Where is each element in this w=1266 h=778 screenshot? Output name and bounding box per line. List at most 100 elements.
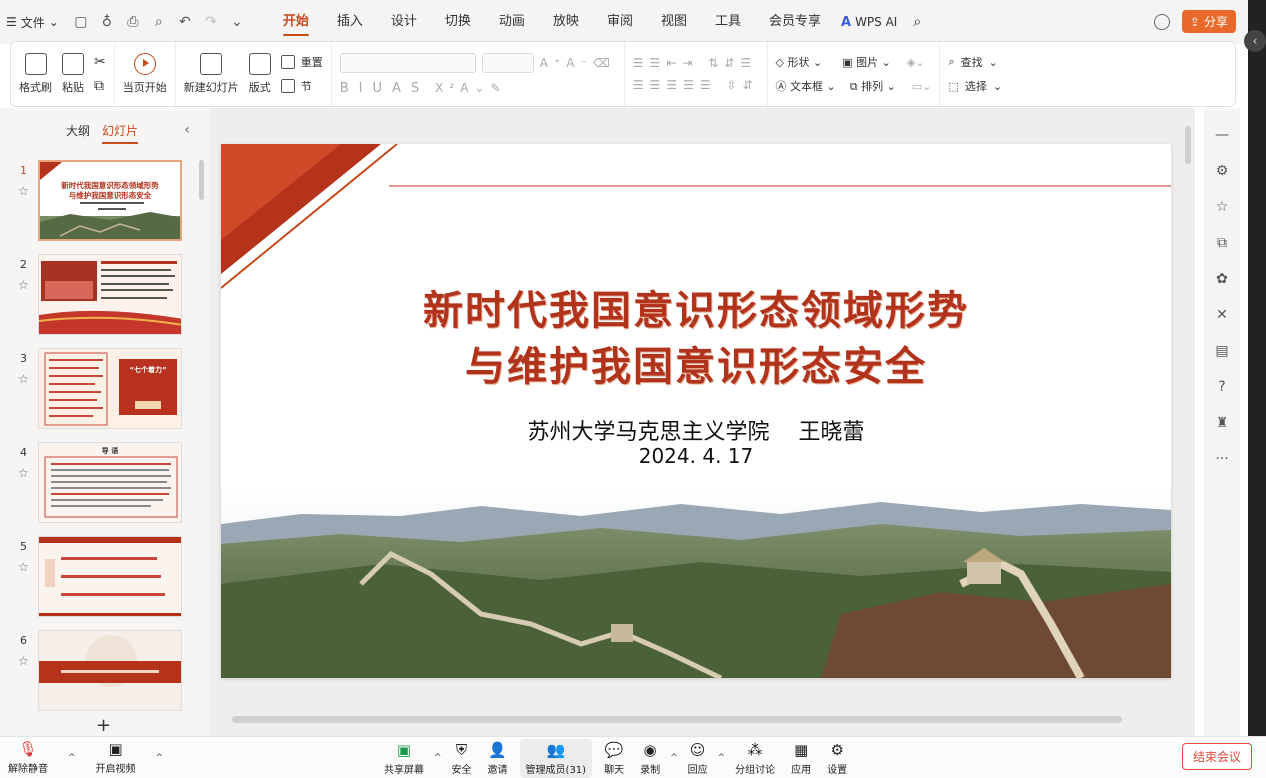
list-indent-icons[interactable]: ☰☰⇤⇥ ⇅⇵☰ — [633, 56, 757, 70]
superscript-color-icons[interactable]: X²A⌄✎ — [435, 81, 506, 95]
tab-outline[interactable]: 大纲 — [66, 122, 90, 139]
select-button[interactable]: ⬚ 选择 ⌄ — [948, 78, 1002, 94]
tab-animation[interactable]: 动画 — [485, 0, 539, 44]
find-button[interactable]: ⌕ 查找 ⌄ — [948, 54, 1002, 70]
more-chevron-icon[interactable]: ⌄ — [229, 14, 245, 30]
breakout-button[interactable]: ⁂ 分组讨论 — [731, 741, 779, 776]
thumbnail-row-4[interactable]: 4 ☆ 导 语 — [0, 442, 210, 530]
text-format-icons[interactable]: BIUAS — [340, 81, 429, 96]
caret-up-icon[interactable]: ^ — [156, 753, 164, 763]
fill-icon[interactable]: ◈⌄ — [907, 56, 925, 69]
help-icon[interactable]: ? — [1213, 376, 1231, 398]
redo-icon[interactable]: ↷ — [203, 14, 219, 30]
print-preview-icon[interactable]: ⌕ — [151, 14, 167, 30]
font-grow-shrink-icon[interactable]: A⁺A⁻⌫ — [540, 56, 616, 70]
tab-member[interactable]: 会员专享 — [755, 0, 835, 44]
slide-title-line-1[interactable]: 新时代我国意识形态领域形势 — [221, 278, 1171, 336]
current-slide[interactable]: 新时代我国意识形态领域形势 与维护我国意识形态安全 苏州大学马克思主义学院 王晓… — [221, 144, 1171, 678]
search-icon[interactable]: ⌕ — [913, 14, 921, 30]
minus-icon[interactable]: — — [1213, 124, 1231, 146]
thumbnail-row-5[interactable]: 5 ☆ — [0, 536, 210, 624]
horizontal-scrollbar[interactable] — [232, 716, 1122, 723]
chevron-left-icon[interactable]: ‹ — [1244, 30, 1266, 52]
star-icon[interactable]: ☆ — [18, 372, 29, 386]
paste-button[interactable]: 粘贴 — [62, 53, 84, 95]
palette-icon[interactable]: ✿ — [1213, 268, 1231, 290]
slide-thumbnail-1[interactable]: 新时代我国意识形态领域形势 与维护我国意识形态安全 — [38, 160, 182, 241]
message-icon[interactable] — [1153, 13, 1170, 30]
settings-button[interactable]: ⚙ 设置 — [823, 741, 851, 776]
security-button[interactable]: ⛨ 安全 — [448, 741, 476, 776]
copy-icon[interactable]: ⧉ — [1213, 232, 1231, 254]
tab-home[interactable]: 开始 — [269, 0, 323, 44]
properties-icon[interactable]: ⚙ — [1213, 160, 1231, 182]
tab-review[interactable]: 审阅 — [593, 0, 647, 44]
tab-slides[interactable]: 幻灯片 — [102, 122, 139, 144]
thumbnail-row-2[interactable]: 2 ☆ — [0, 254, 210, 342]
star-icon[interactable]: ☆ — [18, 184, 29, 198]
apps-button[interactable]: ▦ 应用 — [787, 741, 815, 776]
star-icon[interactable]: ☆ — [18, 654, 29, 668]
play-from-current-button[interactable]: 当页开始 — [123, 53, 167, 95]
slide-thumbnail-5[interactable] — [38, 536, 182, 617]
tab-insert[interactable]: 插入 — [323, 0, 377, 44]
star-icon[interactable]: ☆ — [18, 278, 29, 292]
slide-thumbnail-6[interactable] — [38, 630, 182, 711]
vertical-scrollbar[interactable] — [1185, 126, 1191, 164]
add-slide-icon[interactable]: + — [96, 715, 111, 736]
share-screen-button[interactable]: ▣ 共享屏幕 — [380, 741, 428, 776]
shirt-icon[interactable]: ♜ — [1213, 412, 1231, 434]
tab-slideshow[interactable]: 放映 — [539, 0, 593, 44]
caret-up-icon[interactable]: ^ — [670, 753, 678, 763]
thumbnail-row-3[interactable]: 3 ☆ “七个着力” — [0, 348, 210, 436]
star-icon[interactable]: ☆ — [18, 560, 29, 574]
outline-icon[interactable]: ▭⌄ — [912, 80, 932, 93]
textbox-button[interactable]: Ⓐ 文本框 ⌄ — [776, 78, 836, 94]
members-button[interactable]: 👥 管理成员(31) — [519, 738, 593, 778]
caret-up-icon[interactable]: ^ — [718, 753, 726, 763]
format-painter-button[interactable]: 格式刷 — [19, 53, 52, 95]
export-icon[interactable]: ♁ — [99, 14, 115, 30]
font-size-select[interactable] — [481, 52, 534, 73]
share-button[interactable]: ⇪ 分享 — [1181, 10, 1236, 33]
undo-icon[interactable]: ↶ — [177, 14, 193, 30]
arrange-button[interactable]: ⧉ 排列 ⌄ — [850, 78, 896, 94]
new-slide-button[interactable]: 新建幻灯片 — [184, 53, 239, 95]
star-icon[interactable]: ☆ — [1213, 196, 1231, 218]
slide-author[interactable]: 苏州大学马克思主义学院 王晓蕾 — [221, 414, 1171, 446]
file-menu[interactable]: ☰ 文件 ⌄ — [6, 14, 59, 31]
slide-thumbnail-2[interactable] — [38, 254, 182, 335]
copy-icon[interactable]: ⧉ — [94, 78, 106, 94]
slide-date[interactable]: 2024. 4. 17 — [221, 444, 1171, 468]
tab-view[interactable]: 视图 — [647, 0, 701, 44]
tab-design[interactable]: 设计 — [377, 0, 431, 44]
record-button[interactable]: ◉ 录制 — [636, 741, 664, 776]
slide-title-line-2[interactable]: 与维护我国意识形态安全 — [221, 334, 1171, 392]
section-button[interactable]: 节 — [280, 78, 323, 94]
picture-button[interactable]: ▣ 图片 ⌄ — [842, 54, 891, 70]
save-icon[interactable]: ▢ — [73, 14, 89, 30]
book-icon[interactable]: ▤ — [1213, 340, 1231, 362]
align-icons[interactable]: ☰☰☰☰☰ ⇳⇵ — [633, 78, 759, 92]
collapse-panel-icon[interactable]: ‹ — [184, 122, 190, 138]
font-family-select[interactable] — [339, 52, 476, 73]
chat-button[interactable]: 💬 聊天 — [600, 741, 628, 776]
thumbnail-row-1[interactable]: 1 ☆ 新时代我国意识形态领域形势 与维护我国意识形态安全 — [0, 160, 210, 248]
more-icon[interactable]: ··· — [1213, 448, 1231, 470]
reset-button[interactable]: 重置 — [280, 54, 323, 70]
shape-button[interactable]: ◇ 形状 ⌄ — [776, 54, 823, 70]
print-icon[interactable]: ⎙ — [125, 14, 141, 30]
thumbnail-row-6[interactable]: 6 ☆ — [0, 630, 210, 718]
star-icon[interactable]: ☆ — [18, 466, 29, 480]
slide-thumbnail-4[interactable]: 导 语 — [38, 442, 182, 523]
tab-tools[interactable]: 工具 — [701, 0, 755, 44]
end-meeting-button[interactable]: 结束会议 — [1181, 743, 1252, 770]
caret-up-icon[interactable]: ^ — [434, 753, 442, 763]
slide-thumbnail-3[interactable]: “七个着力” — [38, 348, 182, 429]
wps-ai-button[interactable]: A WPS AI ⌕ — [841, 14, 921, 30]
layout-button[interactable]: 版式 — [248, 53, 271, 95]
tab-transitions[interactable]: 切换 — [431, 0, 485, 44]
caret-up-icon[interactable]: ^ — [68, 753, 76, 763]
invite-button[interactable]: 👤 邀请 — [484, 741, 512, 776]
react-button[interactable]: ☺ 回应 — [684, 741, 712, 776]
